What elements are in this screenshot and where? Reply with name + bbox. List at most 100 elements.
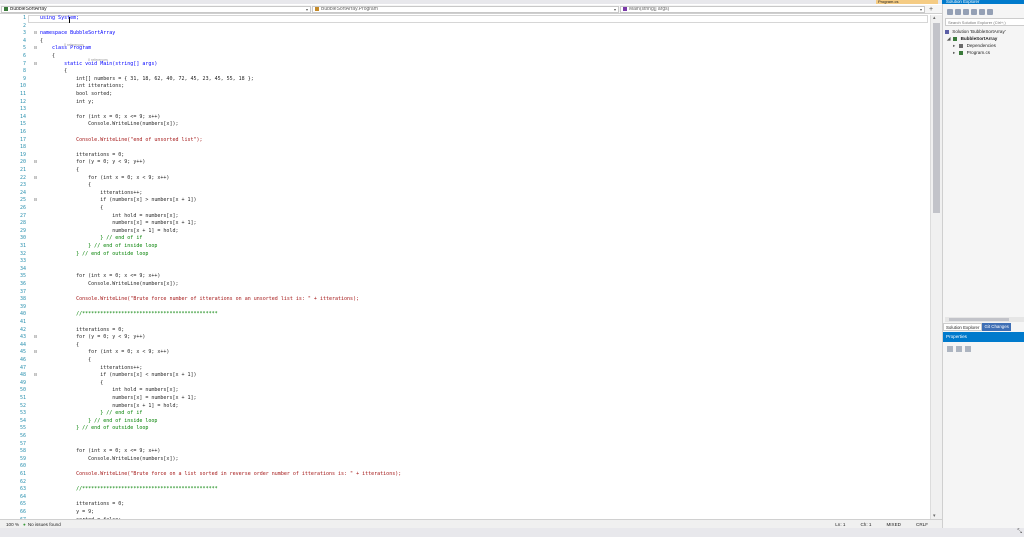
- collapse-icon[interactable]: ▸: [953, 49, 958, 56]
- collapse-icon[interactable]: ▸: [953, 42, 958, 49]
- code-line[interactable]: 27 int hold = numbers[x];: [0, 213, 930, 221]
- code-line[interactable]: 14 for (int x = 0; x <= 9; x++): [0, 114, 930, 122]
- code-line[interactable]: 22 ⊟ for (int x = 0; x < 9; x++): [0, 175, 930, 183]
- code-line[interactable]: 17 Console.WriteLine("end of unsorted li…: [0, 137, 930, 145]
- fold-toggle-icon[interactable]: ⊟: [34, 61, 37, 69]
- code-line[interactable]: 63 //***********************************…: [0, 486, 930, 494]
- forward-icon[interactable]: [955, 8, 961, 15]
- code-line[interactable]: 41: [0, 319, 930, 327]
- code-line[interactable]: 58 for (int x = 0; x <= 9; x++): [0, 448, 930, 456]
- scrollbar-thumb[interactable]: [949, 318, 1009, 321]
- code-line[interactable]: 64: [0, 494, 930, 502]
- code-line[interactable]: 18: [0, 144, 930, 152]
- class-dropdown[interactable]: BubbleSortArray.Program ▾: [312, 5, 619, 13]
- code-line[interactable]: 52 numbers[x + 1] = hold;: [0, 403, 930, 411]
- code-line[interactable]: 59 Console.WriteLine(numbers[x]);: [0, 456, 930, 464]
- code-line[interactable]: 7 ⊟ static void Main(string[] args): [0, 61, 930, 69]
- code-line[interactable]: 21 {: [0, 167, 930, 175]
- code-line[interactable]: 23 {: [0, 182, 930, 190]
- code-line[interactable]: 44 {: [0, 342, 930, 350]
- code-line[interactable]: 20 ⊟ for (y = 0; y < 9; y++): [0, 159, 930, 167]
- tree-item-solution[interactable]: Solution 'BubbleSortArray': [945, 28, 1024, 35]
- code-line[interactable]: 45 ⊟ for (int x = 0; x < 9; x++): [0, 349, 930, 357]
- code-line[interactable]: 65 itterations = 0;: [0, 501, 930, 509]
- code-lens-references[interactable]: 0 references: [64, 43, 84, 47]
- tree-item-dependencies[interactable]: ▸ Dependencies: [945, 42, 1024, 49]
- editor-vertical-scrollbar[interactable]: ▴ ▾: [930, 15, 942, 519]
- tree-item-program-cs[interactable]: ▸ Program.cs: [945, 49, 1024, 56]
- member-dropdown[interactable]: Main(string[] args) ▾: [620, 5, 925, 13]
- code-line[interactable]: 43 ⊟ for (y = 0; y < 9; y++): [0, 334, 930, 342]
- code-line[interactable]: 57: [0, 441, 930, 449]
- code-editor[interactable]: 1 using System; 2 3 ⊟ namespace BubbleSortArr…: [0, 15, 930, 519]
- fold-toggle-icon[interactable]: ⊟: [34, 30, 37, 38]
- fold-toggle-icon[interactable]: ⊟: [34, 334, 37, 342]
- code-line[interactable]: 3 ⊟ namespace BubbleSortArray: [0, 30, 930, 38]
- back-icon[interactable]: [947, 8, 953, 15]
- code-line[interactable]: 2: [0, 23, 930, 31]
- line-ending-type[interactable]: CRLF: [916, 522, 928, 527]
- code-line[interactable]: 11 bool sorted;: [0, 91, 930, 99]
- code-line[interactable]: 6 {: [0, 53, 930, 61]
- code-line[interactable]: 24 itterations++;: [0, 190, 930, 198]
- fold-toggle-icon[interactable]: ⊟: [34, 349, 37, 357]
- code-line[interactable]: 42 itterations = 0;: [0, 327, 930, 335]
- switch-view-icon[interactable]: [971, 8, 977, 15]
- git-icon[interactable]: [979, 8, 985, 15]
- code-line[interactable]: 34: [0, 266, 930, 274]
- code-line[interactable]: 1 using System;: [0, 15, 930, 23]
- code-line[interactable]: 10 int itterations;: [0, 83, 930, 91]
- scroll-up-icon[interactable]: ▴: [933, 15, 936, 21]
- tab-program-cs[interactable]: Program.cs: [876, 0, 938, 4]
- code-line[interactable]: 8 {: [0, 68, 930, 76]
- tab-solution-explorer[interactable]: Solution Explorer: [943, 323, 983, 331]
- fold-toggle-icon[interactable]: ⊟: [34, 175, 37, 183]
- code-line[interactable]: 66 y = 9;: [0, 509, 930, 517]
- expand-icon[interactable]: ◢: [947, 35, 952, 42]
- code-line[interactable]: 4{: [0, 38, 930, 46]
- fold-toggle-icon[interactable]: ⊟: [34, 197, 37, 205]
- zoom-level[interactable]: 100 %: [6, 522, 19, 527]
- code-line[interactable]: 13: [0, 106, 930, 114]
- code-line[interactable]: 32 } // end of outside loop: [0, 251, 930, 259]
- code-line[interactable]: 62: [0, 479, 930, 487]
- code-line[interactable]: 36 Console.WriteLine(numbers[x]);: [0, 281, 930, 289]
- fold-toggle-icon[interactable]: ⊟: [34, 159, 37, 167]
- code-line[interactable]: 39: [0, 304, 930, 312]
- code-line[interactable]: 54 } // end of inside loop: [0, 418, 930, 426]
- code-line[interactable]: 16: [0, 129, 930, 137]
- fold-toggle-icon[interactable]: ⊟: [34, 45, 37, 53]
- code-line[interactable]: 33: [0, 258, 930, 266]
- code-line[interactable]: 47 itterations++;: [0, 365, 930, 373]
- code-line[interactable]: 35 for (int x = 0; x <= 9; x++): [0, 273, 930, 281]
- solution-explorer-search[interactable]: Search Solution Explorer (Ctrl+;): [945, 18, 1024, 26]
- tab-git-changes[interactable]: Git Changes: [982, 323, 1011, 331]
- code-line[interactable]: 5 ⊟ class Program: [0, 45, 930, 53]
- code-line[interactable]: 48 ⊟ if (numbers[x] < numbers[x + 1]): [0, 372, 930, 380]
- code-line[interactable]: 50 int hold = numbers[x];: [0, 387, 930, 395]
- code-line[interactable]: 53 } // end of if: [0, 410, 930, 418]
- code-line[interactable]: 49 {: [0, 380, 930, 388]
- tree-item-project[interactable]: ◢ BubbleSortArray: [945, 35, 1024, 42]
- sync-icon[interactable]: [987, 8, 993, 15]
- wrench-icon[interactable]: [965, 346, 971, 352]
- code-line[interactable]: 37: [0, 289, 930, 297]
- code-line[interactable]: 40 //***********************************…: [0, 311, 930, 319]
- code-line[interactable]: 31 } // end of inside loop: [0, 243, 930, 251]
- code-line[interactable]: 29 numbers[x + 1] = hold;: [0, 228, 930, 236]
- code-line[interactable]: 15 Console.WriteLine(numbers[x]);: [0, 121, 930, 129]
- scrollbar-thumb[interactable]: [933, 23, 940, 213]
- code-line[interactable]: 12 int y;: [0, 99, 930, 107]
- code-line[interactable]: 55 } // end of outside loop: [0, 425, 930, 433]
- code-line[interactable]: 51 numbers[x] = numbers[x + 1];: [0, 395, 930, 403]
- home-icon[interactable]: [963, 8, 969, 15]
- code-line[interactable]: 30 } // end of if: [0, 235, 930, 243]
- line-ending-mode[interactable]: MIXED: [886, 522, 901, 527]
- split-editor-icon[interactable]: +: [929, 6, 933, 13]
- code-line[interactable]: 38 Console.WriteLine("Brute force number…: [0, 296, 930, 304]
- code-line[interactable]: 9 int[] numbers = { 31, 18, 62, 40, 72, …: [0, 76, 930, 84]
- alphabetical-icon[interactable]: [956, 346, 962, 352]
- code-line[interactable]: 19 itterations = 0;: [0, 152, 930, 160]
- code-line[interactable]: 46 {: [0, 357, 930, 365]
- issues-status[interactable]: No issues found: [28, 522, 61, 527]
